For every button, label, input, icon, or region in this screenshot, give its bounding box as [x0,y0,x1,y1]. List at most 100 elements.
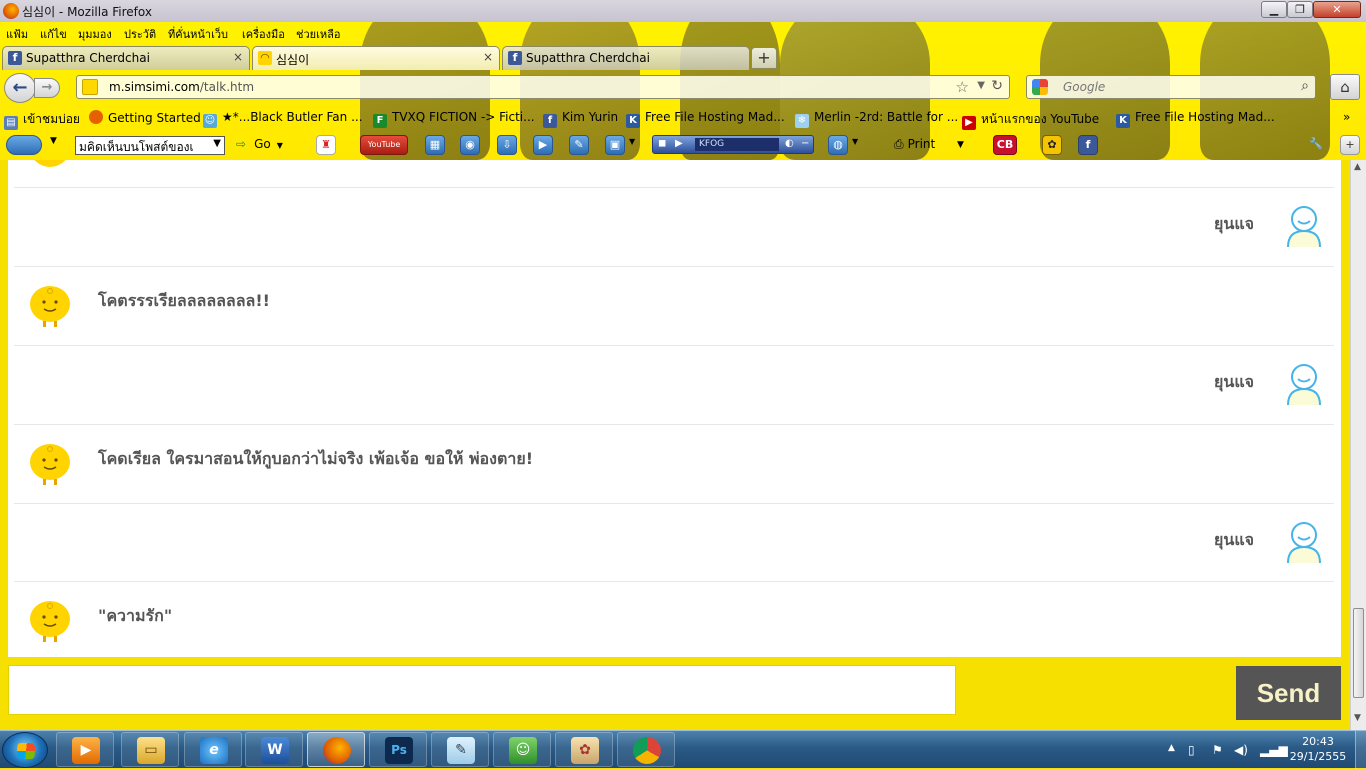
globe-icon[interactable]: ◍ [828,135,848,155]
volume-icon[interactable]: ◀) [1234,743,1248,757]
taskbar-paint[interactable]: ✿ [555,732,613,767]
tab-simsimi[interactable]: ◠ 심심이 × [252,46,500,70]
new-tab-button[interactable]: + [751,47,777,69]
minus-icon[interactable]: − [801,138,809,149]
taskbar-chrome[interactable] [617,732,675,767]
windows-logo-icon [16,743,36,759]
chevron-down-icon[interactable]: ▼ [629,137,635,146]
mario-icon[interactable]: ♜ [316,135,336,155]
taskbar-microsoft-word[interactable]: W [245,732,303,767]
bookmark-file-hosting-2[interactable]: K Free File Hosting Mad... [1116,110,1275,128]
taskbar-firefox[interactable] [307,732,365,767]
menu-file[interactable]: แฟ้ม [6,25,28,43]
bookmark-star-icon[interactable]: ☆ [956,78,969,96]
maximize-button[interactable]: ❐ [1287,1,1313,18]
wrench-icon[interactable]: 🔧 [1306,135,1326,155]
bookmark-merlin[interactable]: ❄ Merlin -2rd: Battle for ... [795,110,958,128]
google-icon[interactable] [1032,79,1048,95]
tab-label: Supatthra Cherdchai [26,51,150,65]
device-icon[interactable]: ▯ [1188,743,1195,757]
show-desktop-button[interactable] [1355,731,1366,769]
taskbar-live-messenger[interactable]: ☺ [493,732,551,767]
tab-close-icon[interactable]: × [233,50,243,64]
bookmark-tvxq-fiction[interactable]: F TVXQ FICTION -> Ficti... [373,110,535,128]
menu-help[interactable]: ช่วยเหลือ [296,25,340,43]
menu-tools[interactable]: เครื่องมือ [242,25,285,43]
start-button[interactable] [2,732,48,768]
url-bar[interactable]: m.simsimi.com/talk.htm ☆ ▼ ↻ [76,75,1010,99]
add-toolbar-icon[interactable]: + [1340,135,1360,155]
minimize-button[interactable]: ▁ [1261,1,1287,18]
toolbar-search-select[interactable]: มคิดเห็นบนโพสต์ของเ ▼ [75,136,225,155]
play-icon[interactable]: ▶ [675,138,683,149]
bookmark-kim-yurin[interactable]: f Kim Yurin [543,110,618,128]
toolbar-dropdown-icon[interactable]: ▼ [50,136,57,146]
volume-icon[interactable]: ◐ [785,138,794,149]
go-button[interactable]: ⇨ Go ▼ [236,137,283,151]
facebook-icon[interactable]: f [1078,135,1098,155]
select-value: มคิดเห็นบนโพสต์ของเ [79,140,194,154]
bookmark-file-hosting-1[interactable]: K Free File Hosting Mad... [626,110,785,128]
home-button[interactable]: ⌂ [1330,74,1360,100]
tab-facebook-2[interactable]: f Supatthra Cherdchai [502,46,750,70]
bookmarks-overflow[interactable]: » [1343,110,1350,124]
menu-bookmarks[interactable]: ที่คั่นหน้าเว็บ [168,25,228,43]
menu-history[interactable]: ประวัติ [124,25,156,43]
download-icon[interactable]: ⇩ [497,135,517,155]
taskbar-windows-media-player[interactable]: ▶ [56,732,114,767]
taskbar-file-explorer[interactable]: ▭ [121,732,179,767]
user-avatar-icon [1287,364,1321,406]
chat-row-simsimi: โคดเรียล ใครมาสอนให้กูบอกว่าไม่จริง เพ้อ… [14,425,1334,504]
search-icon[interactable]: ⌕ [1301,78,1309,94]
menu-view[interactable]: มุมมอง [78,25,112,43]
spinner-icon[interactable]: ✿ [1042,135,1062,155]
search-bar[interactable]: Google ⌕ [1026,75,1316,99]
taskbar-photoshop[interactable]: Ps [369,732,427,767]
print-button[interactable]: ⎙ Print [894,137,935,152]
chevron-down-icon[interactable]: ▼ [957,140,964,150]
scroll-down-icon[interactable]: ▼ [1354,713,1361,723]
stop-icon[interactable]: ◼ [658,138,666,149]
reload-icon[interactable]: ↻ [991,78,1003,94]
bookmark-label: Free File Hosting Mad... [1135,110,1275,124]
send-button[interactable]: Send [1236,666,1341,720]
tab-close-icon[interactable]: × [483,50,493,64]
record-icon[interactable]: ◉ [460,135,480,155]
scroll-up-icon[interactable]: ▲ [1354,162,1361,172]
forward-button[interactable]: → [34,78,60,98]
bookmark-getting-started[interactable]: Getting Started [89,110,201,125]
site-identity-icon[interactable] [82,79,98,95]
back-button[interactable]: ← [4,73,36,103]
bookmark-black-butler[interactable]: ☺ ★*...Black Butler Fan ... [203,110,363,128]
taskbar-internet-explorer[interactable]: e [184,732,242,767]
firefox-icon [3,3,19,19]
radio-wave-icon[interactable] [6,135,42,155]
menu-edit[interactable]: แก้ไข [40,25,67,43]
bookmark-most-visited[interactable]: ▤ เข้าชมบ่อย [4,110,80,130]
radio-player-widget[interactable]: ◼ ▶ KFOG ◐ − [652,135,814,154]
browser-chrome: 심심이 - Mozilla Firefox ▁ ❐ ✕ แฟ้ม แก้ไข ม… [0,0,1366,160]
bookmark-youtube[interactable]: ▶ หน้าแรกของ YouTube [962,110,1099,130]
tools-icon[interactable]: ✎ [569,135,589,155]
tab-label: 심심이 [276,53,310,67]
screen-icon[interactable]: ▣ [605,135,625,155]
bookmark-label: TVXQ FICTION -> Ficti... [392,110,535,124]
close-window-button[interactable]: ✕ [1313,1,1361,18]
vertical-scrollbar[interactable]: ▲ ▼ [1350,160,1366,730]
scrollbar-thumb[interactable] [1353,608,1364,698]
network-signal-icon[interactable]: ▂▄▆ [1260,743,1288,757]
show-hidden-icons-icon[interactable]: ▲ [1168,743,1175,753]
tab-facebook-1[interactable]: f Supatthra Cherdchai × [2,46,250,70]
clock[interactable]: 20:43 29/1/2555 [1288,734,1348,764]
action-center-flag-icon[interactable]: ⚑ [1212,743,1223,757]
cb-button[interactable]: CB [993,135,1017,155]
simsimi-message: "ความรัก" [98,606,173,625]
youtube-button[interactable]: YouTube [360,135,408,155]
play-icon[interactable]: ▶ [533,135,553,155]
chat-input[interactable] [8,665,956,715]
clock-time: 20:43 [1302,735,1334,748]
chevron-down-icon[interactable]: ▼ [852,137,858,146]
taskbar-notepad[interactable]: ✎ [431,732,489,767]
history-dropdown-icon[interactable]: ▼ [977,80,985,91]
film-icon[interactable]: ▦ [425,135,445,155]
